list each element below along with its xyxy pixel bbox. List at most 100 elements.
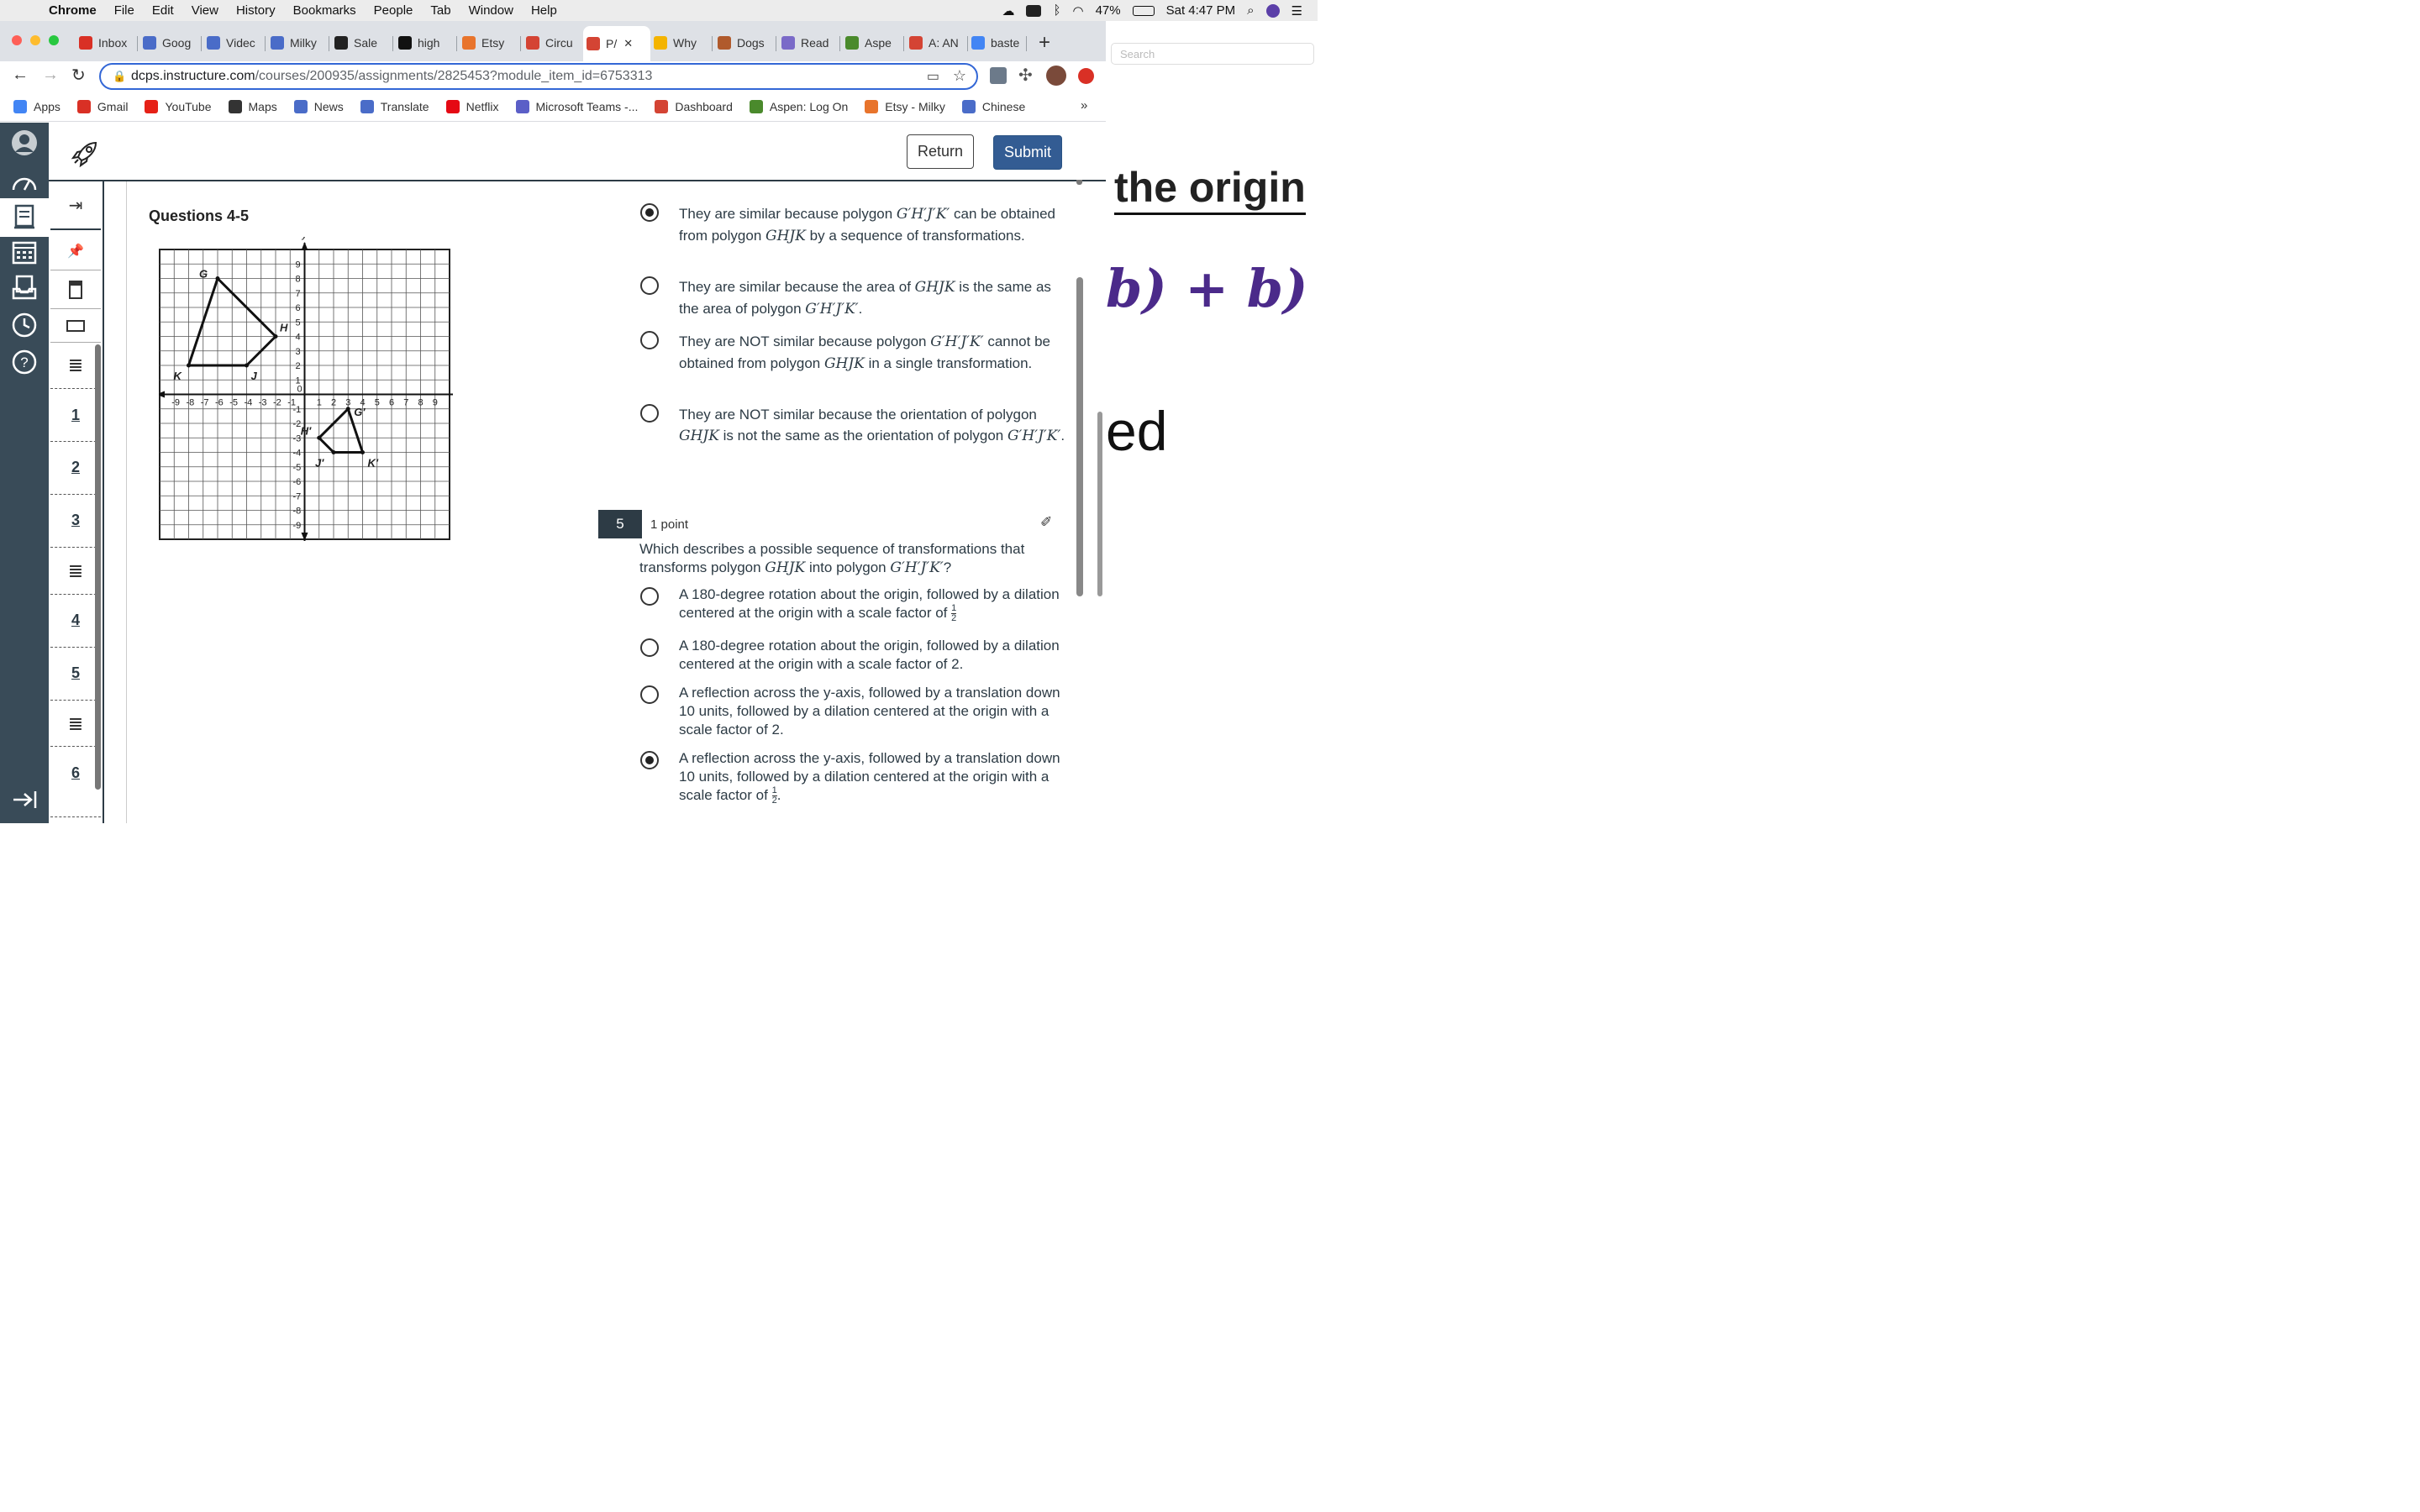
- bookmark-8[interactable]: Microsoft Teams -...: [515, 99, 638, 113]
- siri-icon[interactable]: [1265, 3, 1280, 18]
- flag-question-pin-icon[interactable]: ✐: [1040, 514, 1052, 531]
- extension-printer-icon[interactable]: [990, 67, 1007, 84]
- navigator-scrollbar[interactable]: [95, 344, 101, 790]
- menu-history[interactable]: History: [236, 3, 276, 18]
- qnav-item-2[interactable]: 2: [50, 444, 101, 491]
- browser-tab-6[interactable]: high: [395, 29, 457, 56]
- bookmark-1[interactable]: Apps: [13, 99, 60, 113]
- q4-option-4-radio[interactable]: [640, 404, 659, 423]
- menu-bookmarks[interactable]: Bookmarks: [293, 3, 356, 18]
- q5-option-3-label[interactable]: A reflection across the y-axis, followed…: [679, 684, 1061, 739]
- reload-icon[interactable]: ↻: [71, 65, 86, 86]
- qnav-item-6[interactable]: 6: [50, 749, 101, 796]
- browser-tab-15[interactable]: baste: [968, 29, 1027, 56]
- qnav-item-4[interactable]: 4: [50, 596, 101, 643]
- bookmark-6[interactable]: Translate: [360, 99, 429, 113]
- q5-option-4-radio[interactable]: [640, 751, 659, 769]
- qnav-item-3[interactable]: 3: [50, 496, 101, 543]
- outer-scrollbar[interactable]: [1097, 412, 1102, 596]
- account-avatar-icon[interactable]: [11, 129, 38, 156]
- bookmark-11[interactable]: Etsy - Milky: [865, 99, 945, 113]
- dashboard-icon[interactable]: [11, 170, 38, 197]
- menu-file[interactable]: File: [114, 3, 134, 18]
- close-tab-icon[interactable]: ✕: [623, 37, 633, 50]
- q4-option-1-label[interactable]: They are similar because polygon G′H′J′K…: [679, 203, 1065, 247]
- browser-tab-9[interactable]: P/ ✕: [583, 26, 650, 61]
- browser-tab-3[interactable]: Videc: [203, 29, 266, 56]
- browser-tab-14[interactable]: A: AN: [906, 29, 968, 56]
- qnav-number[interactable]: 1: [71, 407, 80, 424]
- courses-icon[interactable]: [11, 203, 38, 230]
- bluetooth-icon[interactable]: ᛒ: [1053, 3, 1060, 18]
- qnav-item-5[interactable]: 5: [50, 649, 101, 696]
- q5-option-2-radio[interactable]: [640, 638, 659, 657]
- browser-tab-12[interactable]: Read: [778, 29, 840, 56]
- q5-option-3-radio[interactable]: [640, 685, 659, 704]
- qnav-number[interactable]: 2: [71, 459, 80, 476]
- extensions-puzzle-icon[interactable]: ✣: [1018, 65, 1033, 86]
- wifi-icon[interactable]: ◠: [1072, 3, 1083, 18]
- menu-help[interactable]: Help: [531, 3, 557, 18]
- forward-arrow-icon[interactable]: →: [42, 66, 59, 85]
- menu-view[interactable]: View: [192, 3, 218, 18]
- minimize-window-button[interactable]: [30, 35, 40, 45]
- close-window-button[interactable]: [12, 35, 22, 45]
- inbox-icon[interactable]: [11, 274, 38, 301]
- address-bar[interactable]: 🔒 dcps.instructure.com/courses/200935/as…: [99, 63, 978, 90]
- browser-tab-11[interactable]: Dogs: [714, 29, 776, 56]
- q4-option-2-label[interactable]: They are similar because the area of GHJ…: [679, 276, 1065, 320]
- clock[interactable]: Sat 4:47 PM: [1166, 3, 1236, 18]
- calendar-icon[interactable]: [11, 239, 38, 265]
- menu-edit[interactable]: Edit: [152, 3, 174, 18]
- pin-icon[interactable]: 📌: [50, 232, 101, 270]
- bookmark-2[interactable]: Gmail: [76, 99, 128, 113]
- collapse-nav-icon[interactable]: [11, 786, 38, 813]
- main-scrollbar[interactable]: [1076, 277, 1083, 596]
- expand-navigator-icon[interactable]: ⇥: [50, 181, 101, 230]
- q5-option-4-label[interactable]: A reflection across the y-axis, followed…: [679, 749, 1061, 806]
- menu-people[interactable]: People: [374, 3, 413, 18]
- qnav-item-1[interactable]: 1: [50, 391, 101, 438]
- q4-option-3-radio[interactable]: [640, 331, 659, 349]
- cloud-icon[interactable]: ☁: [1002, 3, 1014, 18]
- profile-avatar[interactable]: [1046, 66, 1066, 86]
- bookmark-7[interactable]: Netflix: [445, 99, 499, 113]
- qnav-number[interactable]: 6: [71, 764, 80, 782]
- notification-center-icon[interactable]: ☰: [1292, 3, 1302, 18]
- qnav-number[interactable]: 3: [71, 512, 80, 529]
- bookmarks-overflow-button[interactable]: »: [1081, 98, 1087, 113]
- menu-tab[interactable]: Tab: [430, 3, 450, 18]
- browser-tab-8[interactable]: Circu: [523, 29, 585, 56]
- q5-option-1-radio[interactable]: [640, 587, 659, 606]
- new-tab-button[interactable]: +: [1039, 31, 1050, 55]
- bookmark-4[interactable]: Maps: [228, 99, 277, 113]
- bg-search-field[interactable]: Search: [1111, 43, 1314, 65]
- q4-option-2-radio[interactable]: [640, 276, 659, 295]
- back-arrow-icon[interactable]: ←: [12, 66, 29, 85]
- help-icon[interactable]: ?: [11, 349, 38, 375]
- bookmark-3[interactable]: YouTube: [145, 99, 212, 113]
- lock-icon[interactable]: 🔒: [113, 70, 126, 83]
- browser-tab-2[interactable]: Goog: [139, 29, 202, 56]
- browser-tab-4[interactable]: Milky: [267, 29, 329, 56]
- browser-tab-1[interactable]: Inbox: [76, 29, 138, 56]
- update-icon[interactable]: [1078, 68, 1094, 84]
- cast-icon[interactable]: ▭: [927, 68, 939, 85]
- bookmark-12[interactable]: Chinese: [961, 99, 1025, 113]
- battery-icon[interactable]: [1132, 5, 1155, 16]
- qnav-number[interactable]: 4: [71, 612, 80, 629]
- browser-tab-5[interactable]: Sale: [331, 29, 393, 56]
- menu-window[interactable]: Window: [469, 3, 513, 18]
- history-clock-icon[interactable]: [11, 312, 38, 339]
- browser-tab-13[interactable]: Aspe: [842, 29, 904, 56]
- q4-option-3-label[interactable]: They are NOT similar because polygon G′H…: [679, 331, 1065, 375]
- bookmark-star-icon[interactable]: ☆: [953, 67, 966, 85]
- bookmark-9[interactable]: Dashboard: [655, 99, 733, 113]
- submit-button[interactable]: Submit: [993, 135, 1062, 170]
- calculator-icon[interactable]: [50, 270, 101, 309]
- q5-option-2-label[interactable]: A 180-degree rotation about the origin, …: [679, 637, 1061, 674]
- q4-option-1-radio[interactable]: [640, 203, 659, 222]
- browser-tab-7[interactable]: Etsy: [459, 29, 521, 56]
- qnav-number[interactable]: 5: [71, 664, 80, 682]
- browser-tab-10[interactable]: Why: [650, 29, 713, 56]
